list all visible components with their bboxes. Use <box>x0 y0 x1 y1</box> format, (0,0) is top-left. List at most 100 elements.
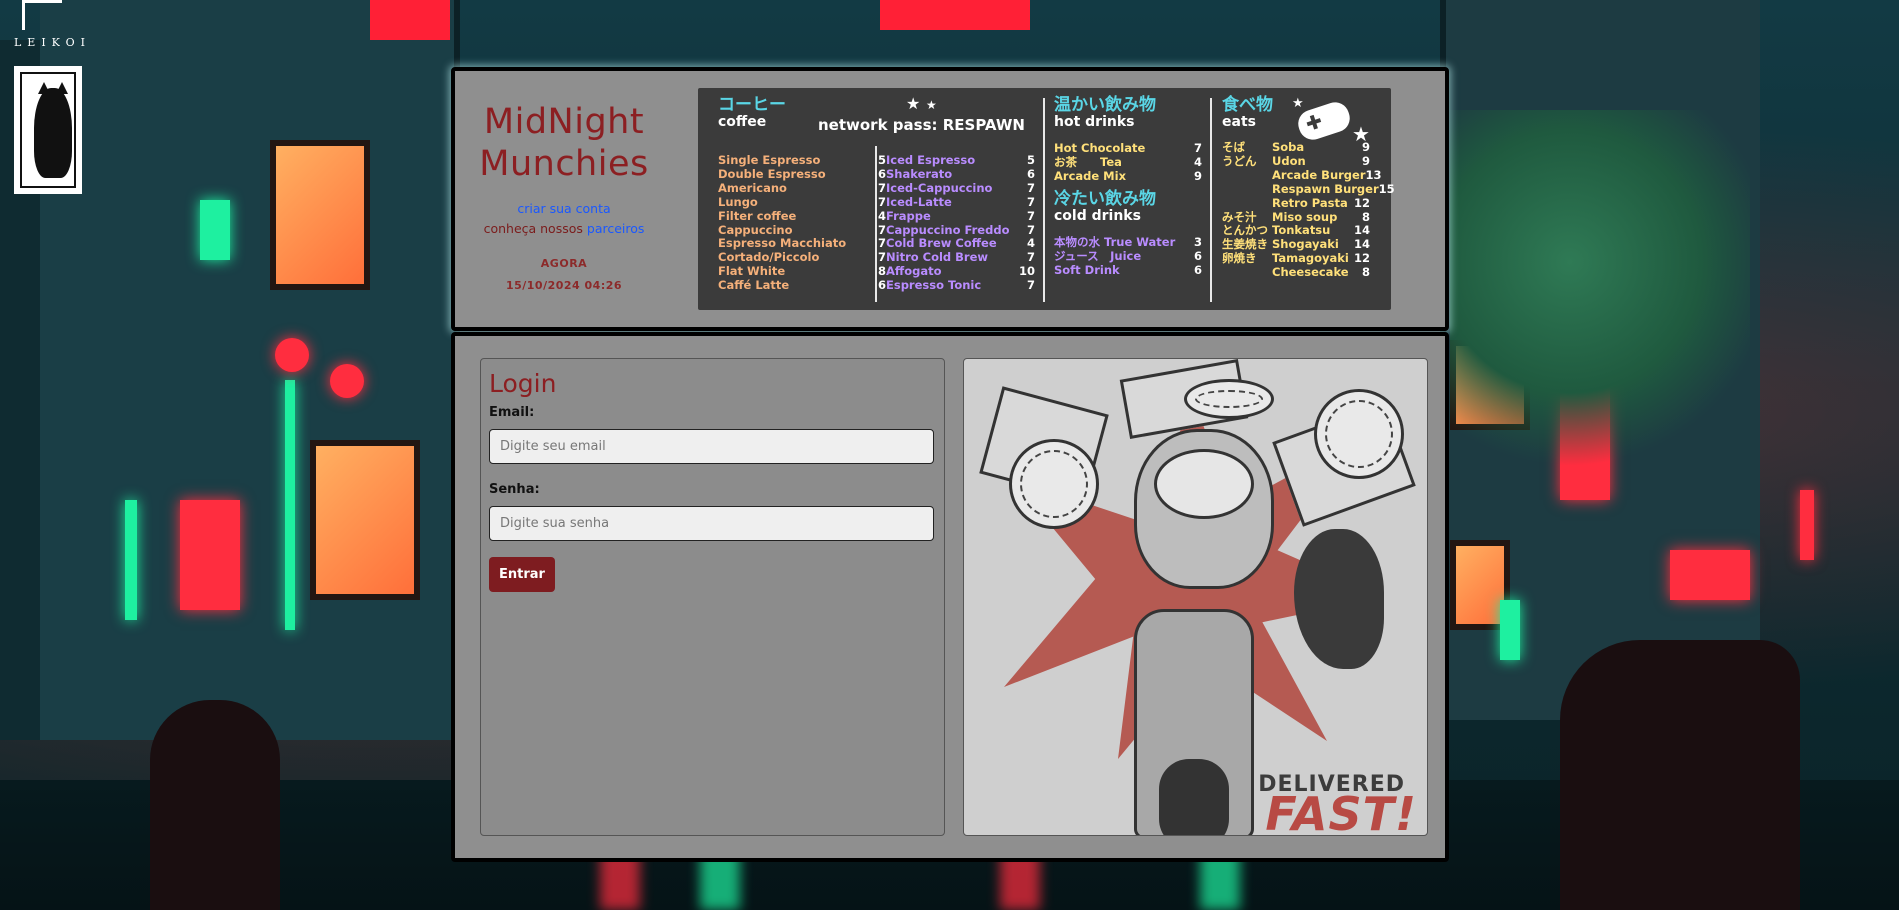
menu-item-name: Double Espresso <box>718 166 826 181</box>
star-icon: ★ <box>1292 96 1304 111</box>
menu-item: Cortado/Piccolo 7 <box>718 250 886 265</box>
menu-item: みそ汁 Miso soup 8 <box>1222 209 1370 225</box>
menu-item: Caffé Latte 6 <box>718 278 886 293</box>
menu-item-price: 7 <box>877 222 886 237</box>
menu-item: Espresso Macchiato 7 <box>718 236 886 251</box>
email-field[interactable] <box>489 429 934 464</box>
partners-link[interactable]: parceiros <box>587 221 645 236</box>
menu-item-name: Iced-Cappuccino <box>886 180 993 195</box>
menu-item-price: 9 <box>1193 168 1202 183</box>
login-button[interactable]: Entrar <box>489 557 555 592</box>
menu-item-name: Tamagoyaki <box>1272 251 1349 266</box>
star-icon: ★ <box>906 94 921 113</box>
menu-item-price: 8 <box>1361 265 1370 280</box>
menu-item-name: 本物の水 True Water <box>1054 234 1176 249</box>
menu-item-name: Cappuccino Freddo <box>886 222 1010 237</box>
menu-item-name: Cold Brew Coffee <box>886 236 997 251</box>
menu-item: Iced Espresso 5 <box>886 153 1035 168</box>
cold-drinks-list: 本物の水 True Water 3 ジュース Juice 6 Soft Drink 6 <box>1054 234 1202 278</box>
create-account-link[interactable]: criar sua conta <box>517 201 610 216</box>
menu-item-name: Nitro Cold Brew <box>886 250 989 265</box>
menu-item: Shakerato 6 <box>886 166 1035 182</box>
menu-item-price: 7 <box>877 194 886 209</box>
menu-item-price: 4 <box>1193 154 1202 169</box>
menu-item-price: 7 <box>877 250 886 265</box>
brand-logo: LEIKOI <box>14 0 85 200</box>
logo-text: LEIKOI <box>14 36 91 49</box>
menu-item-name: Cappuccino <box>718 222 793 237</box>
pizza-icon <box>1009 439 1099 529</box>
menu-item: お茶 Tea 4 <box>1054 154 1202 170</box>
menu-item: Double Espresso 6 <box>718 166 886 182</box>
menu-item-name: Miso soup <box>1272 209 1338 224</box>
header-panel: MidNight Munchies criar sua conta conheç… <box>451 67 1449 331</box>
menu-item: Cappuccino 7 <box>718 222 886 238</box>
menu-item-name: Single Espresso <box>718 153 821 167</box>
eats-list: そば Soba 9 うどん Udon 9 Arcade Burger 13 Respawn Bu… <box>1222 140 1395 280</box>
menu-item-price: 7 <box>1026 208 1035 223</box>
menu-item: Espresso Tonic 7 <box>886 278 1035 293</box>
now-value: 15/10/2024 04:26 <box>505 279 623 292</box>
menu-item: Filter coffee 4 <box>718 209 886 224</box>
coffee-list-iced: Iced Espresso 5 Shakerato 6 Iced-Cappuccino 7… <box>886 153 1035 293</box>
cat-logo-icon <box>14 66 82 194</box>
network-pass: network pass: RESPAWN <box>818 116 1025 134</box>
menu-item-price: 6 <box>877 166 886 181</box>
menu-item-price: 4 <box>1026 236 1035 251</box>
menu-item-name: Udon <box>1272 153 1306 168</box>
menu-item-jp: みそ汁 <box>1222 209 1257 224</box>
menu-item-name: Shogayaki <box>1272 237 1339 252</box>
menu-item-name: Tonkatsu <box>1272 223 1331 238</box>
header-links: criar sua conta conheça nossos parceiros <box>469 199 659 239</box>
menu-item-jp: とんかつ <box>1222 223 1268 238</box>
menu-item-name: お茶 Tea <box>1054 154 1122 169</box>
menu-item: Retro Pasta 12 <box>1222 195 1370 211</box>
menu-item: うどん Udon 9 <box>1222 153 1370 169</box>
menu-board: コーヒー coffee ★ ★ network pass: RESPAWN Si… <box>698 88 1395 310</box>
menu-item-name: Cheesecake <box>1272 265 1349 280</box>
menu-item: ジュース Juice 6 <box>1054 249 1202 264</box>
menu-item-name: Shakerato <box>886 166 953 181</box>
menu-item-price: 7 <box>1193 141 1202 155</box>
menu-item: Nitro Cold Brew 7 <box>886 250 1035 265</box>
pizza-icon <box>1184 379 1274 419</box>
site-title: MidNight Munchies <box>479 102 649 184</box>
hot-drinks-list: Hot Chocolate 7 お茶 Tea 4 Arcade Mix 9 <box>1054 141 1202 184</box>
menu-item-name: Americano <box>718 180 787 195</box>
drinks-column: 温かい飲み物 hot drinks Hot Chocolate 7 お茶 Tea 4 A… <box>1054 95 1202 278</box>
menu-item-name: Arcade Burger <box>1272 167 1366 182</box>
menu-item-price: 6 <box>1193 262 1202 277</box>
star-icon: ★ <box>1352 122 1370 146</box>
menu-item-price: 8 <box>1361 209 1370 224</box>
poster-line2: FAST! <box>1265 787 1417 836</box>
menu-item-name: Soba <box>1272 140 1305 154</box>
password-field[interactable] <box>489 506 934 541</box>
menu-item-price: 5 <box>877 153 886 167</box>
menu-item-name: Iced Espresso <box>886 153 976 167</box>
menu-item: Iced-Latte 7 <box>886 195 1035 210</box>
menu-item-price: 7 <box>1026 180 1035 195</box>
menu-item-price: 13 <box>1365 167 1382 182</box>
menu-item: Soft Drink 6 <box>1054 262 1202 278</box>
menu-item-name: Caffé Latte <box>718 278 790 293</box>
menu-item-price: 5 <box>1026 153 1035 167</box>
login-card: Login Email: Senha: Entrar <box>480 358 945 836</box>
menu-item-jp: うどん <box>1222 153 1257 168</box>
coffee-list-hot: Single Espresso 5 Double Espresso 6 American… <box>718 153 886 293</box>
menu-item-price: 15 <box>1378 181 1395 196</box>
menu-item-name: Retro Pasta <box>1272 195 1348 210</box>
menu-item-price: 6 <box>1026 166 1035 181</box>
partners-prefix: conheça nossos <box>483 221 583 236</box>
menu-item-price: 10 <box>1018 264 1035 279</box>
menu-item-jp: 卵焼き <box>1222 251 1257 266</box>
menu-item-name: Respawn Burger <box>1272 181 1379 196</box>
coffee-heading: コーヒー coffee <box>718 95 786 130</box>
menu-item-price: 14 <box>1353 223 1370 238</box>
menu-item-name: Arcade Mix <box>1054 168 1126 183</box>
login-title: Login <box>489 369 557 398</box>
menu-item-jp: そば <box>1222 140 1245 154</box>
password-label: Senha: <box>489 482 540 497</box>
menu-item: Cheesecake 8 <box>1222 265 1370 280</box>
menu-item-price: 12 <box>1353 195 1370 210</box>
current-time: AGORA 15/10/2024 04:26 <box>469 253 659 297</box>
